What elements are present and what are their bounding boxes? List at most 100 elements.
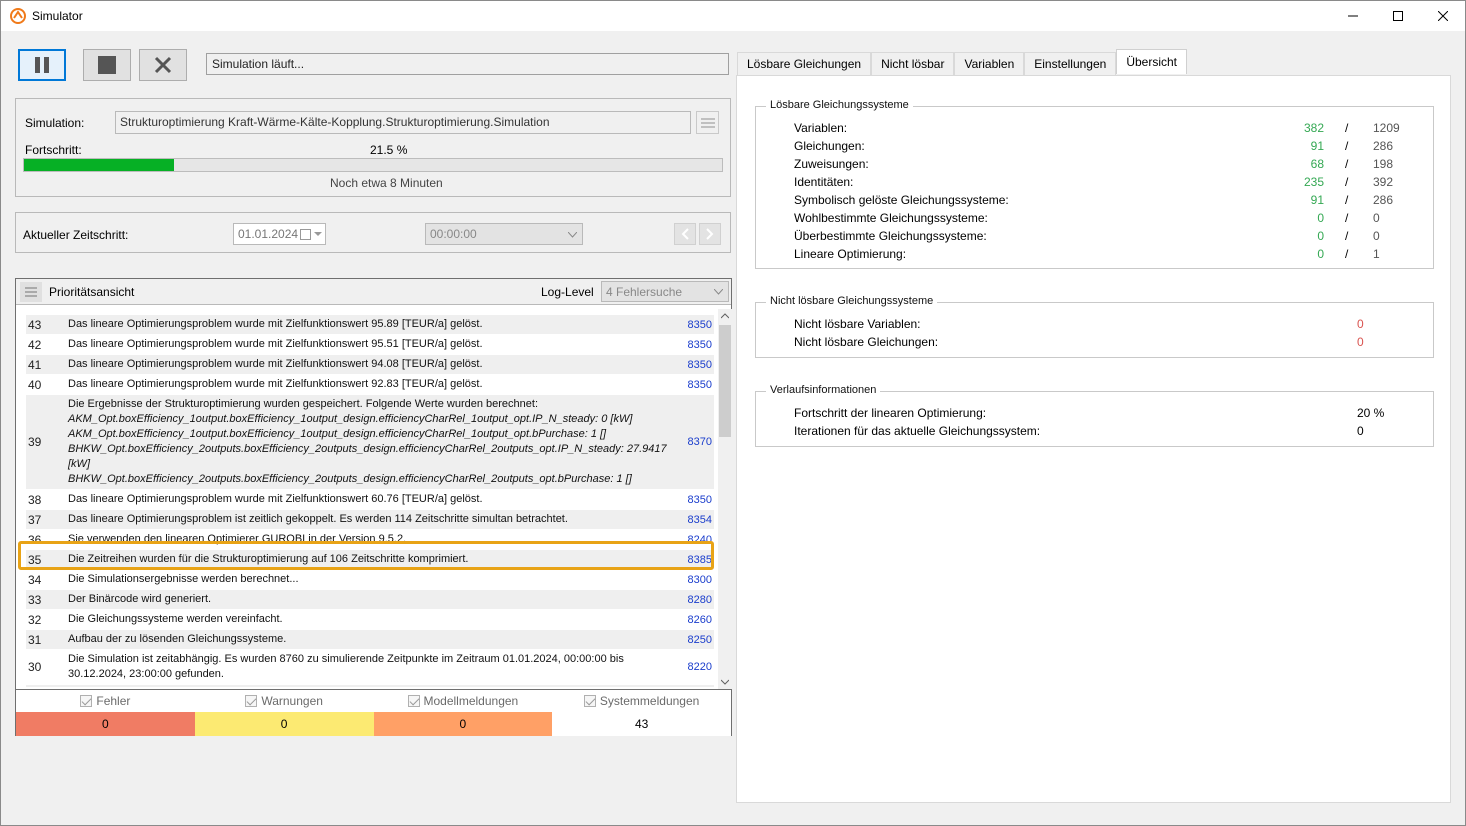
filter-model-messages[interactable]: Modellmeldungen [374,690,553,711]
filter-warnings[interactable]: Warnungen [195,690,374,711]
log-entry-code-link[interactable]: 8260 [684,614,714,626]
log-entry-message: Für folgende Daten wurden Zeitreihen hin… [68,685,684,687]
stat-row: Iterationen für das aktuelle Gleichungss… [794,422,1414,440]
tab-2[interactable]: Variablen [954,52,1025,75]
log-entry-text: Die Simulation ist zeitabhängig. Es wurd… [68,653,624,680]
log-entry[interactable]: 42 Das lineare Optimierungsproblem wurde … [26,335,714,355]
stat-label: Iterationen für das aktuelle Gleichungss… [794,424,1041,438]
log-entry[interactable]: 38 Das lineare Optimierungsproblem wurde … [26,490,714,510]
scrollbar-thumb[interactable] [719,325,731,437]
log-entry-code-link[interactable]: 8350 [684,319,714,331]
filter-system-messages[interactable]: Systemmeldungen [552,690,731,711]
cancel-button[interactable] [139,49,187,81]
stat-row: Identitäten: 235 / 392 [794,173,1414,191]
stat-value: 0 [1357,424,1364,438]
minimize-button[interactable] [1330,1,1376,31]
stat-row: Lineare Optimierung: 0 / 1 [794,245,1414,263]
stat-value: 0 [1317,229,1324,243]
log-entry[interactable]: 33 Der Binärcode wird generiert. 8280 [26,590,714,610]
progress-label: Fortschritt: [25,143,82,157]
unsolvable-systems-title: Nicht lösbare Gleichungssysteme [766,295,938,307]
log-entry-number: 43 [28,317,42,332]
cancel-icon [154,56,172,74]
warning-count: 0 [194,712,374,736]
history-title: Verlaufsinformationen [766,384,881,396]
log-view-title: Prioritätsansicht [49,285,135,299]
stat-row: Variablen: 382 / 1209 [794,119,1414,137]
solvable-systems-group: Lösbare Gleichungssysteme Variablen: 382 /… [755,99,1434,269]
close-window-button[interactable] [1420,1,1466,31]
tab-0[interactable]: Lösbare Gleichungen [737,52,872,75]
log-entry-code-link[interactable]: 8350 [684,379,714,391]
stat-label: Gleichungen: [794,139,865,153]
log-entry[interactable]: 39 Die Ergebnisse der Strukturoptimierung… [26,395,714,490]
log-entry-text: Die Gleichungssysteme werden vereinfacht… [68,613,283,625]
tab-4[interactable]: Übersicht [1116,49,1188,74]
log-entry-code-link[interactable]: 8240 [684,534,714,546]
pause-icon [35,57,49,73]
timestep-date-picker[interactable]: 01.01.2024 [233,223,326,245]
simulation-list-button[interactable] [696,111,719,134]
stop-button[interactable] [83,49,131,81]
log-entry-detail-line: AKM_Opt.boxEfficiency_1output.boxEfficie… [68,413,633,425]
stat-value: 0 [1317,211,1324,225]
checkbox-icon[interactable] [583,694,596,707]
pause-button[interactable] [18,49,66,81]
log-entry[interactable]: 31 Aufbau der zu lösenden Gleichungssyste… [26,630,714,650]
log-entry[interactable]: 30 Die Simulation ist zeitabhängig. Es wu… [26,650,714,685]
log-entry-code-link[interactable]: 8385 [684,554,714,566]
log-entry[interactable]: 37 Das lineare Optimierungsproblem ist ze… [26,510,714,530]
log-entry[interactable]: 35 Die Zeitreihen wurden für die Struktur… [26,550,714,570]
log-entry-text: Die Ergebnisse der Strukturoptimierung w… [68,398,538,410]
tab-3[interactable]: Einstellungen [1024,52,1117,75]
log-entry-text: Das lineare Optimierungsproblem wurde mi… [68,318,483,330]
log-entry[interactable]: 32 Die Gleichungssysteme werden vereinfac… [26,610,714,630]
checkbox-icon[interactable] [245,694,258,707]
log-entry-code-link[interactable]: 8250 [684,634,714,646]
filter-model-label: Modellmeldungen [423,693,519,708]
scroll-down-icon[interactable] [721,679,729,685]
log-entry-code-link[interactable]: 8280 [684,594,714,606]
log-entry-code-link[interactable]: 8300 [684,574,714,586]
checkbox-icon[interactable] [80,694,93,707]
log-entry-code-link[interactable]: 8350 [684,339,714,351]
log-entry-code-link[interactable]: 8370 [684,436,714,448]
next-step-button[interactable] [699,223,721,245]
log-entry-code-link[interactable]: 8350 [684,359,714,371]
log-scrollbar[interactable] [718,309,732,689]
stat-row: Überbestimmte Gleichungssysteme: 0 / 0 [794,227,1414,245]
log-entry-code-link[interactable]: 8350 [684,494,714,506]
log-entry[interactable]: 34 Die Simulationsergebnisse werden berec… [26,570,714,590]
filter-system-label: Systemmeldungen [599,693,700,708]
previous-step-button[interactable] [674,223,696,245]
stop-icon [98,56,116,74]
scroll-up-icon[interactable] [721,313,729,319]
filter-warnings-label: Warnungen [261,693,323,708]
simulation-name-field[interactable]: Strukturoptimierung Kraft-Wärme-Kälte-Ko… [115,111,691,134]
log-entry-message: Die Ergebnisse der Strukturoptimierung w… [68,395,684,489]
timestep-time-select[interactable]: 00:00:00 [425,223,583,245]
log-entry[interactable]: 43 Das lineare Optimierungsproblem wurde … [26,315,714,335]
stat-value: 91 [1310,139,1324,153]
tab-1[interactable]: Nicht lösbar [871,52,955,75]
list-icon [25,287,37,297]
log-entry-number: 42 [28,337,42,352]
log-entry-code-link[interactable]: 8354 [684,514,714,526]
stat-total: 286 [1373,193,1394,207]
log-entry-code-link[interactable]: 8220 [684,661,714,673]
log-entry[interactable]: 41 Das lineare Optimierungsproblem wurde … [26,355,714,375]
log-entry[interactable]: 40 Das lineare Optimierungsproblem wurde … [26,375,714,395]
log-level-select[interactable]: 4 Fehlersuche [601,281,729,302]
stat-label: Nicht lösbare Variablen: [794,317,921,331]
log-entry[interactable]: 36 Sie verwenden den linearen Optimierer … [26,530,714,550]
checkbox-icon[interactable] [407,694,420,707]
stat-value: 0 [1357,317,1364,331]
stat-separator: / [1345,121,1349,135]
log-entry-text: Sie verwenden den linearen Optimierer GU… [68,533,407,545]
stat-row: Fortschritt der linearen Optimierung: 20 … [794,404,1414,422]
maximize-button[interactable] [1375,1,1421,31]
log-menu-button[interactable] [20,282,42,302]
log-entry[interactable]: Für folgende Daten wurden Zeitreihen hin… [26,685,714,687]
log-list[interactable]: 43 Das lineare Optimierungsproblem wurde … [26,315,714,687]
filter-errors[interactable]: Fehler [16,690,195,711]
